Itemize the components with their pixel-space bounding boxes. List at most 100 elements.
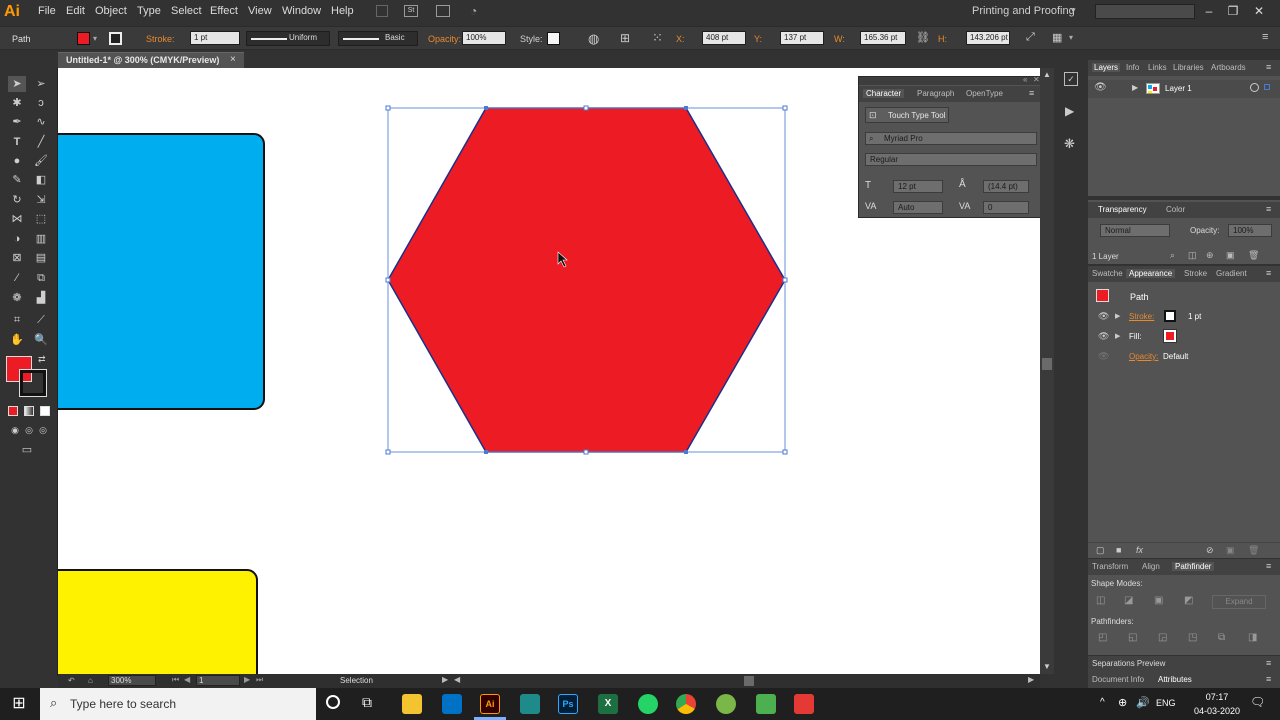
- panel-menu-icon[interactable]: ≡: [1029, 88, 1034, 98]
- clear-appearance-icon[interactable]: ⊘: [1206, 545, 1214, 556]
- add-fill-icon[interactable]: ■: [1116, 545, 1121, 555]
- handle-top-left[interactable]: [385, 105, 391, 111]
- ellipse-tool-icon[interactable]: ●: [8, 153, 26, 169]
- perspective-grid-tool-icon[interactable]: ▥: [32, 231, 50, 247]
- blend-mode-dropdown[interactable]: Normal: [1100, 224, 1170, 237]
- height-field[interactable]: 143.206 pt: [966, 31, 1010, 45]
- add-effect-icon[interactable]: fx: [1136, 545, 1143, 555]
- minimize-button[interactable]: –: [1198, 2, 1220, 20]
- gradient-mode-icon[interactable]: [24, 406, 34, 416]
- status-menu-icon[interactable]: ▶: [442, 675, 448, 684]
- camtasia-icon[interactable]: [756, 694, 776, 714]
- artboard-number-field[interactable]: 1: [196, 675, 240, 686]
- opacity-field[interactable]: 100%: [1228, 224, 1272, 237]
- panel-grip[interactable]: [859, 77, 1041, 85]
- next-artboard-icon[interactable]: ▶: [244, 675, 250, 684]
- paintbrush-tool-icon[interactable]: 🖌: [32, 153, 50, 169]
- trim-icon[interactable]: ◱: [1128, 632, 1137, 643]
- selection-tool-icon[interactable]: ➤: [8, 76, 26, 92]
- opacity-attribute-label[interactable]: Opacity:: [1129, 352, 1158, 361]
- divide-icon[interactable]: ◰: [1098, 632, 1107, 643]
- panel-menu-icon[interactable]: ≡: [1266, 62, 1271, 72]
- search-icon[interactable]: ⌕: [1170, 250, 1175, 261]
- taskbar-search-box[interactable]: ⌕ Type here to search: [40, 688, 316, 720]
- zoom-tool-icon[interactable]: 🔍: [32, 332, 50, 348]
- width-tool-icon[interactable]: ⋈: [8, 211, 26, 227]
- fill-color-chip[interactable]: [1163, 329, 1177, 343]
- help-search-input[interactable]: [1095, 4, 1195, 19]
- tab-align[interactable]: Align: [1142, 562, 1160, 571]
- asset-export-icon[interactable]: ✓: [1064, 72, 1078, 86]
- handle-middle-left[interactable]: [385, 277, 391, 283]
- close-tab-icon[interactable]: ×: [230, 54, 236, 65]
- direct-selection-tool-icon[interactable]: ➢: [32, 76, 50, 92]
- unite-icon[interactable]: ◫: [1096, 595, 1105, 606]
- rotate-view-icon[interactable]: ↶: [68, 676, 75, 685]
- tab-appearance[interactable]: Appearance: [1126, 269, 1176, 278]
- curvature-tool-icon[interactable]: ∿: [32, 114, 50, 130]
- cyan-rounded-rectangle[interactable]: [58, 133, 265, 410]
- selection-indicator[interactable]: [1264, 84, 1270, 90]
- workspace-switcher[interactable]: Printing and Proofing: [972, 5, 1075, 17]
- gradient-tool-icon[interactable]: ▤: [32, 250, 50, 266]
- clock[interactable]: 07:17 04-03-2020: [1192, 690, 1242, 718]
- mesh-tool-icon[interactable]: ⊠: [8, 250, 26, 266]
- tab-opentype[interactable]: OpenType: [966, 89, 1003, 98]
- handle-middle-right[interactable]: [782, 277, 788, 283]
- windows-start-icon[interactable]: ⊞: [0, 688, 38, 720]
- visibility-eye-icon[interactable]: 👁: [1094, 82, 1107, 93]
- stroke-color-swatch[interactable]: [19, 369, 47, 397]
- stroke-attribute-label[interactable]: Stroke:: [1129, 312, 1154, 321]
- document-tab[interactable]: Untitled-1* @ 300% (CMYK/Preview) ×: [58, 52, 244, 68]
- minus-front-icon[interactable]: ◪: [1124, 595, 1133, 606]
- column-graph-tool-icon[interactable]: ▟: [32, 290, 50, 306]
- delete-layer-icon[interactable]: 🗑: [1248, 250, 1259, 261]
- delete-item-icon[interactable]: 🗑: [1248, 545, 1259, 556]
- exclude-icon[interactable]: ◩: [1184, 595, 1193, 606]
- merge-icon[interactable]: ◲: [1158, 632, 1167, 643]
- new-sublayer-icon[interactable]: ⊕: [1206, 250, 1214, 261]
- last-artboard-icon[interactable]: ⏭: [256, 675, 263, 685]
- collapse-icon[interactable]: «: [1023, 75, 1027, 84]
- hand-tool-icon[interactable]: ✋: [8, 332, 26, 348]
- handle-bottom-center[interactable]: [583, 449, 589, 455]
- type-tool-icon[interactable]: T: [8, 134, 26, 150]
- expand-arrow-icon[interactable]: ▶: [1115, 332, 1120, 340]
- expand-arrow-icon[interactable]: ▶: [1132, 83, 1138, 92]
- language-indicator[interactable]: ENG: [1156, 698, 1176, 708]
- outline-icon[interactable]: ⧉: [1218, 632, 1225, 643]
- file-explorer-icon[interactable]: [402, 694, 422, 714]
- variable-width-profile[interactable]: Uniform: [246, 31, 330, 46]
- line-tool-icon[interactable]: ╱: [32, 134, 50, 150]
- whatsapp-icon[interactable]: [638, 694, 658, 714]
- panel-menu-icon[interactable]: ≡: [1266, 674, 1271, 684]
- tab-stroke[interactable]: Stroke: [1184, 269, 1207, 278]
- scroll-left-icon[interactable]: ◀: [454, 675, 460, 684]
- layer-row[interactable]: 👁 ▶ Layer 1: [1088, 80, 1280, 98]
- tab-info[interactable]: Info: [1126, 63, 1139, 72]
- symbol-sprayer-tool-icon[interactable]: ❁: [8, 290, 26, 306]
- close-button[interactable]: ✕: [1248, 2, 1270, 20]
- lasso-tool-icon[interactable]: ↄ: [32, 95, 50, 111]
- bridge-icon[interactable]: [376, 5, 388, 17]
- touch-type-button[interactable]: ⊡ Touch Type Tool: [865, 107, 949, 123]
- reference-point-icon[interactable]: ⁙: [652, 30, 663, 46]
- shape-builder-tool-icon[interactable]: ◑: [8, 231, 26, 247]
- align-grid-icon[interactable]: ⊞: [620, 31, 630, 45]
- font-style-dropdown[interactable]: Regular: [865, 153, 1037, 166]
- illustrator-taskbar-icon[interactable]: Ai: [480, 694, 500, 714]
- close-icon[interactable]: ✕: [1033, 75, 1040, 84]
- color-mode-icon[interactable]: [8, 406, 18, 416]
- opacity-field[interactable]: 100%: [462, 31, 506, 45]
- menu-window[interactable]: Window: [282, 5, 321, 17]
- anchor-point[interactable]: [684, 450, 688, 454]
- tab-paragraph[interactable]: Paragraph: [917, 89, 954, 98]
- anchor-point[interactable]: [684, 106, 688, 110]
- font-size-field[interactable]: 12 pt: [893, 180, 943, 193]
- tab-transparency[interactable]: Transparency: [1098, 205, 1147, 214]
- tab-character[interactable]: Character: [863, 89, 905, 98]
- tab-artboards[interactable]: Artboards: [1211, 63, 1246, 72]
- kerning-field[interactable]: Auto: [893, 201, 943, 214]
- tracking-field[interactable]: 0: [983, 201, 1029, 214]
- red-hexagon[interactable]: [387, 107, 786, 453]
